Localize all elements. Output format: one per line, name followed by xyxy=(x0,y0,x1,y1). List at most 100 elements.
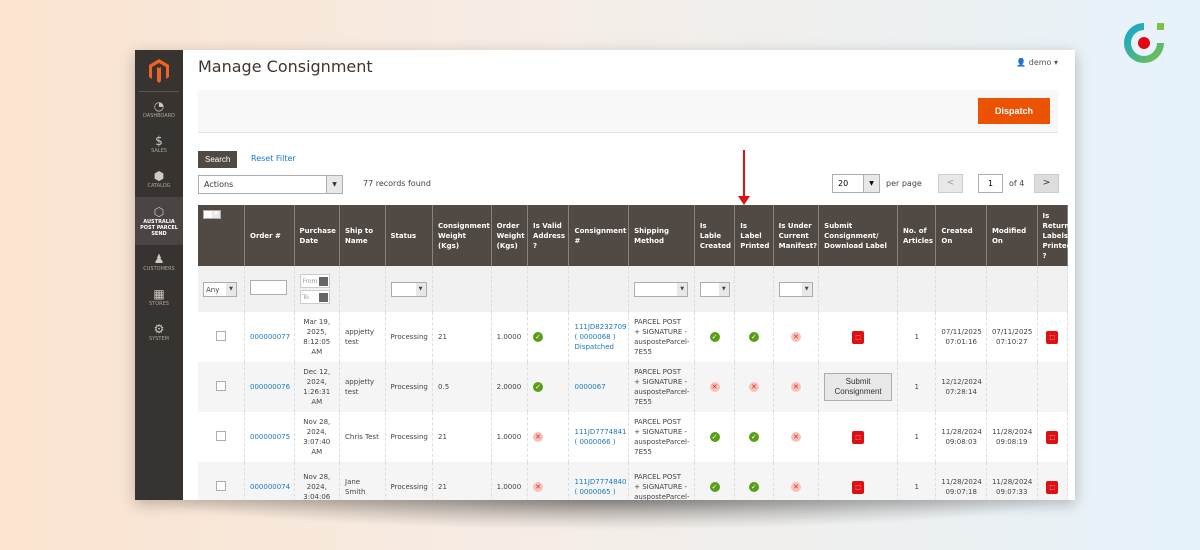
next-page-button[interactable]: > xyxy=(1034,174,1059,193)
order-filter-input[interactable] xyxy=(250,280,287,295)
column-header[interactable]: Order # xyxy=(244,205,295,266)
table-cell: ✕ xyxy=(773,412,820,462)
sidebar-item-customers[interactable]: ♟ CUSTOMERS xyxy=(135,245,183,280)
column-header[interactable]: Consignment Weight (Kgs) xyxy=(432,205,492,266)
submit-consignment-button[interactable]: Submit Consignment xyxy=(824,373,893,401)
row-checkbox[interactable] xyxy=(216,430,226,441)
search-button[interactable]: Search xyxy=(198,151,238,168)
column-header[interactable]: ▼ xyxy=(198,205,245,266)
table-cell: Jane Smith xyxy=(339,462,386,500)
table-cell: 07/11/2025 07:01:16 xyxy=(935,312,987,362)
column-header[interactable]: Is Return Labels Printed ? xyxy=(1037,205,1072,266)
table-row[interactable]: 000000074 Nov 28, 2024, 3:04:06 Jane Smith… xyxy=(198,462,1069,500)
shipping-method: PARCEL POST + SIGNATURE - ausposteParcel… xyxy=(634,318,690,356)
sidebar-item-label: AUSTRALIA POST PARCEL SEND xyxy=(140,218,178,237)
shipping-method-filter[interactable]: ▼ xyxy=(634,281,689,297)
table-row[interactable]: 000000075 Nov 28, 2024, 3:07:40 AM Chris T… xyxy=(198,412,1069,462)
order-link[interactable]: 000000076 xyxy=(250,383,290,391)
table-cell xyxy=(986,362,1038,412)
pdf-download-icon[interactable]: ⬚ xyxy=(852,330,865,344)
cross-icon: ✕ xyxy=(790,382,801,392)
sidebar-item-dashboard[interactable]: ◔ DASHBOARD xyxy=(135,92,183,127)
mass-select-dropdown[interactable]: ▼ xyxy=(203,209,221,219)
sidebar-item-sales[interactable]: $ SALES xyxy=(135,127,183,162)
consignment-link[interactable]: 111JD7774841 ( 0000066 ) xyxy=(574,428,626,446)
status-filter[interactable]: ▼ xyxy=(390,281,427,297)
any-filter[interactable]: Any ▼ xyxy=(203,281,237,297)
column-header[interactable]: Consignment # xyxy=(568,205,630,266)
reset-filter-link[interactable]: Reset Filter xyxy=(251,154,296,163)
order-link[interactable]: 000000077 xyxy=(250,333,290,341)
magento-logo[interactable] xyxy=(139,50,179,92)
table-cell: 21 xyxy=(432,462,492,500)
user-name: demo xyxy=(1028,58,1052,67)
row-checkbox[interactable] xyxy=(216,380,226,391)
order-link[interactable]: 000000074 xyxy=(250,483,290,491)
row-checkbox[interactable] xyxy=(216,480,226,491)
table-cell: 000000075 xyxy=(244,412,295,462)
date-from-input[interactable]: From xyxy=(299,274,330,288)
calendar-icon xyxy=(318,293,328,302)
column-header[interactable]: Is Lable Created xyxy=(694,205,736,266)
sidebar-item-stores[interactable]: ▦ STORES xyxy=(135,280,183,315)
calendar-icon xyxy=(318,277,328,286)
column-header[interactable]: Modified On xyxy=(986,205,1038,266)
label-created-filter[interactable]: ▼ xyxy=(699,281,730,297)
hexagon-icon: ⬡ xyxy=(153,204,165,219)
column-header[interactable]: Is Valid Address ? xyxy=(527,205,570,266)
consignment-link[interactable]: 111JD7774840 ( 0000065 ) xyxy=(574,478,626,496)
per-page-select[interactable]: 20 ▼ xyxy=(832,174,880,193)
sidebar-item-label: CUSTOMERS xyxy=(143,266,175,272)
column-header[interactable]: Submit Consignment/ Download Label xyxy=(818,205,899,266)
table-row[interactable]: 000000076 Dec 12, 2024, 1:26:31 AM appjett… xyxy=(198,362,1069,412)
column-header[interactable]: Purchase Date xyxy=(294,205,341,266)
column-header[interactable]: Is Under Current Manifest? xyxy=(773,205,820,266)
sidebar-item-australia-post-parcel-send[interactable]: ⬡ AUSTRALIA POST PARCEL SEND xyxy=(135,197,183,245)
filter-cell xyxy=(432,266,492,312)
consignment-link[interactable]: 111JD8232709 ( 0000068 ) Dispatched xyxy=(574,323,626,351)
page-total: of 4 xyxy=(1009,179,1025,188)
sidebar-item-catalog[interactable]: ⬢ CATALOG xyxy=(135,162,183,197)
order-link[interactable]: 000000075 xyxy=(250,433,290,441)
check-icon: ✓ xyxy=(533,382,544,392)
table-cell xyxy=(198,312,245,362)
column-header[interactable]: Ship to Name xyxy=(339,205,386,266)
column-header[interactable]: Is Label Printed xyxy=(734,205,774,266)
return-label-pdf-icon[interactable]: ⬚ xyxy=(1046,430,1059,444)
page-actions-bar: Dispatch xyxy=(198,90,1058,133)
check-icon: ✓ xyxy=(748,482,759,492)
column-header[interactable]: No. of Articles xyxy=(897,205,937,266)
column-header[interactable]: Created On xyxy=(935,205,987,266)
store-icon: ▦ xyxy=(153,287,165,301)
table-cell: PARCEL POST + SIGNATURE - ausposteParcel… xyxy=(628,362,695,412)
manifest-filter[interactable]: ▼ xyxy=(778,281,813,297)
check-icon: ✓ xyxy=(748,432,759,442)
brand-logo xyxy=(1124,23,1164,63)
date-to-input[interactable]: To xyxy=(299,290,330,304)
consignment-link[interactable]: 0000067 xyxy=(574,383,605,391)
prev-page-button[interactable]: < xyxy=(938,174,963,193)
table-cell: ✓ xyxy=(694,412,736,462)
actions-select[interactable]: Actions ▼ xyxy=(198,175,343,194)
chevron-down-icon: ▼ xyxy=(863,175,879,192)
user-menu[interactable]: 👤 demo ▾ xyxy=(1016,58,1058,67)
page-input[interactable]: 1 xyxy=(978,174,1003,193)
return-label-pdf-icon[interactable]: ⬚ xyxy=(1046,480,1059,494)
column-header[interactable]: Status xyxy=(385,205,434,266)
column-header[interactable]: Order Weight (Kgs) xyxy=(491,205,529,266)
column-header[interactable]: Shipping Method xyxy=(628,205,695,266)
table-cell: 11/28/2024 09:08:03 xyxy=(935,412,987,462)
row-checkbox[interactable] xyxy=(216,330,226,341)
cross-icon: ✕ xyxy=(533,432,544,442)
return-label-pdf-icon[interactable]: ⬚ xyxy=(1046,330,1059,344)
dispatch-button[interactable]: Dispatch xyxy=(978,98,1050,124)
filter-cell xyxy=(935,266,987,312)
filter-cell xyxy=(1037,266,1069,312)
pdf-download-icon[interactable]: ⬚ xyxy=(852,430,865,444)
table-cell: ✕ xyxy=(694,362,736,412)
table-cell: 21 xyxy=(432,312,492,362)
sidebar-item-system[interactable]: ⚙ SYSTEM xyxy=(135,315,183,350)
table-cell: PARCEL POST + SIGNATURE - ausposteParcel… xyxy=(628,312,695,362)
pdf-download-icon[interactable]: ⬚ xyxy=(852,480,865,494)
table-row[interactable]: 000000077 Mar 19, 2025, 8:12:05 AM appjett… xyxy=(198,312,1069,362)
